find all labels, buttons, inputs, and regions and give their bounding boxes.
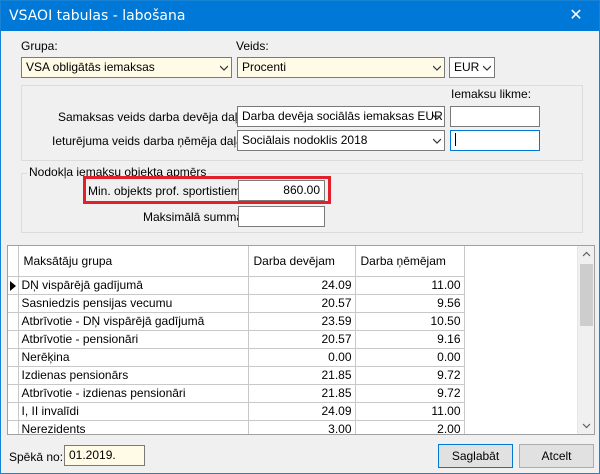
row-indicator[interactable]: [8, 276, 19, 295]
grupa-select-value: VSA obligātās iemaksas: [26, 60, 155, 74]
title-bar[interactable]: VSAOI tabulas - labošana ✕: [1, 1, 599, 31]
currency-select[interactable]: EUR: [449, 57, 495, 78]
veids-select[interactable]: Procenti: [237, 57, 445, 78]
contribution-grid: Maksātāju grupa Darba devējam Darba ņēmē…: [7, 245, 595, 435]
dialog-window: VSAOI tabulas - labošana ✕ Grupa: VSA ob…: [0, 0, 600, 474]
grid-table: Maksātāju grupa Darba devējam Darba ņēmē…: [8, 246, 465, 434]
currency-select-value: EUR: [454, 60, 480, 74]
table-row[interactable]: Atbrīvotie - izdienas pensionāri 21.85 9.7…: [8, 384, 465, 403]
highlight-frame: [83, 176, 331, 204]
cell-employee[interactable]: 9.72: [355, 384, 465, 403]
row-indicator[interactable]: [8, 402, 19, 421]
cell-employer[interactable]: 21.85: [248, 384, 356, 403]
cell-employer[interactable]: 24.09: [248, 402, 356, 421]
text-caret: [455, 133, 456, 146]
close-icon[interactable]: ✕: [553, 1, 599, 31]
chevron-down-icon: [483, 65, 491, 71]
cell-employee[interactable]: 11.00: [355, 402, 465, 421]
column-header-employee[interactable]: Darba ņēmējam: [355, 246, 465, 277]
cell-employee[interactable]: 9.72: [355, 366, 465, 385]
cancel-button[interactable]: Atcelt: [519, 444, 594, 468]
table-row[interactable]: Izdienas pensionārs 21.85 9.72: [8, 366, 465, 385]
employee-deduction-select[interactable]: Sociālais nodoklis 2018: [237, 130, 445, 151]
chevron-down-icon: [433, 114, 441, 120]
cell-employee[interactable]: 9.56: [355, 294, 465, 313]
column-header-group[interactable]: Maksātāju grupa: [18, 246, 249, 277]
grupa-select[interactable]: VSA obligātās iemaksas: [21, 57, 232, 78]
scroll-down-icon[interactable]: [578, 417, 595, 434]
cell-group[interactable]: Nerezidents: [18, 420, 249, 434]
cell-employer[interactable]: 0.00: [248, 348, 356, 367]
row-indicator[interactable]: [8, 366, 19, 385]
cell-employee[interactable]: 0.00: [355, 348, 465, 367]
employer-payment-value: Darba devēja sociālās iemaksas EUR: [242, 109, 443, 123]
cell-employee[interactable]: 2.00: [355, 420, 465, 434]
table-row[interactable]: I, II invalīdi 24.09 11.00: [8, 402, 465, 421]
effective-from-input[interactable]: 01.2019.: [64, 445, 145, 466]
row-indicator[interactable]: [8, 312, 19, 331]
table-row[interactable]: Atbrīvotie - pensionāri 20.57 9.16: [8, 330, 465, 349]
cell-employee[interactable]: 9.16: [355, 330, 465, 349]
scroll-up-icon[interactable]: [578, 246, 595, 263]
table-row[interactable]: Nerezidents 3.00 2.00: [8, 420, 465, 434]
save-button[interactable]: Saglabāt: [438, 444, 513, 468]
window-title: VSAOI tabulas - labošana: [9, 8, 186, 24]
chevron-down-icon: [433, 138, 441, 144]
table-row[interactable]: Sasniedzis pensijas vecumu 20.57 9.56: [8, 294, 465, 313]
cell-employer[interactable]: 24.09: [248, 276, 356, 295]
row-indicator[interactable]: [8, 330, 19, 349]
chevron-down-icon: [433, 65, 441, 71]
employer-payment-select[interactable]: Darba devēja sociālās iemaksas EUR: [237, 106, 445, 127]
employer-payment-label: Samaksas veids darba devēja daļai:: [58, 110, 251, 124]
cell-group[interactable]: Izdienas pensionārs: [18, 366, 249, 385]
cell-group[interactable]: DŅ vispārējā gadījumā: [18, 276, 249, 295]
cell-group[interactable]: Sasniedzis pensijas vecumu: [18, 294, 249, 313]
cell-employer[interactable]: 3.00: [248, 420, 356, 434]
current-row-icon: [10, 280, 16, 291]
scrollbar-thumb[interactable]: [580, 264, 593, 326]
employee-rate-input[interactable]: [450, 130, 540, 151]
row-indicator[interactable]: [8, 420, 19, 434]
vertical-scrollbar[interactable]: [577, 246, 594, 434]
cell-group[interactable]: Nerēķina: [18, 348, 249, 367]
iemaksu-likme-label: Iemaksu likme:: [451, 87, 532, 101]
cell-employee[interactable]: 10.50: [355, 312, 465, 331]
table-row[interactable]: Atbrīvotie - DŅ vispārējā gadījumā 23.59 1…: [8, 312, 465, 331]
employee-deduction-label: Ieturējuma veids darba ņēmēja daļai:: [52, 134, 249, 148]
row-indicator[interactable]: [8, 294, 19, 313]
cell-employer[interactable]: 21.85: [248, 366, 356, 385]
cell-group[interactable]: Atbrīvotie - pensionāri: [18, 330, 249, 349]
chevron-down-icon: [220, 65, 228, 71]
employee-deduction-value: Sociālais nodoklis 2018: [242, 133, 368, 147]
effective-from-label: Spēkā no:: [9, 450, 64, 464]
grupa-label: Grupa:: [21, 39, 58, 53]
cell-employee[interactable]: 11.00: [355, 276, 465, 295]
grid-body: DŅ vispārējā gadījumā 24.09 11.00 Sasniedzi…: [8, 276, 465, 434]
row-indicator-header: [8, 246, 19, 277]
max-sum-input[interactable]: [238, 206, 325, 227]
employer-rate-input[interactable]: [450, 106, 540, 127]
veids-select-value: Procenti: [242, 60, 287, 74]
cell-group[interactable]: Atbrīvotie - izdienas pensionāri: [18, 384, 249, 403]
veids-label: Veids:: [236, 39, 269, 53]
cell-employer[interactable]: 23.59: [248, 312, 356, 331]
row-indicator[interactable]: [8, 384, 19, 403]
cell-employer[interactable]: 20.57: [248, 330, 356, 349]
column-header-employer[interactable]: Darba devējam: [248, 246, 356, 277]
cell-group[interactable]: I, II invalīdi: [18, 402, 249, 421]
table-row[interactable]: DŅ vispārējā gadījumā 24.09 11.00: [8, 276, 465, 295]
max-sum-label: Maksimālā summa:: [143, 210, 247, 224]
row-indicator[interactable]: [8, 348, 19, 367]
cell-group[interactable]: Atbrīvotie - DŅ vispārējā gadījumā: [18, 312, 249, 331]
cell-employer[interactable]: 20.57: [248, 294, 356, 313]
table-row[interactable]: Nerēķina 0.00 0.00: [8, 348, 465, 367]
grid-header-row: Maksātāju grupa Darba devējam Darba ņēmē…: [8, 246, 465, 277]
